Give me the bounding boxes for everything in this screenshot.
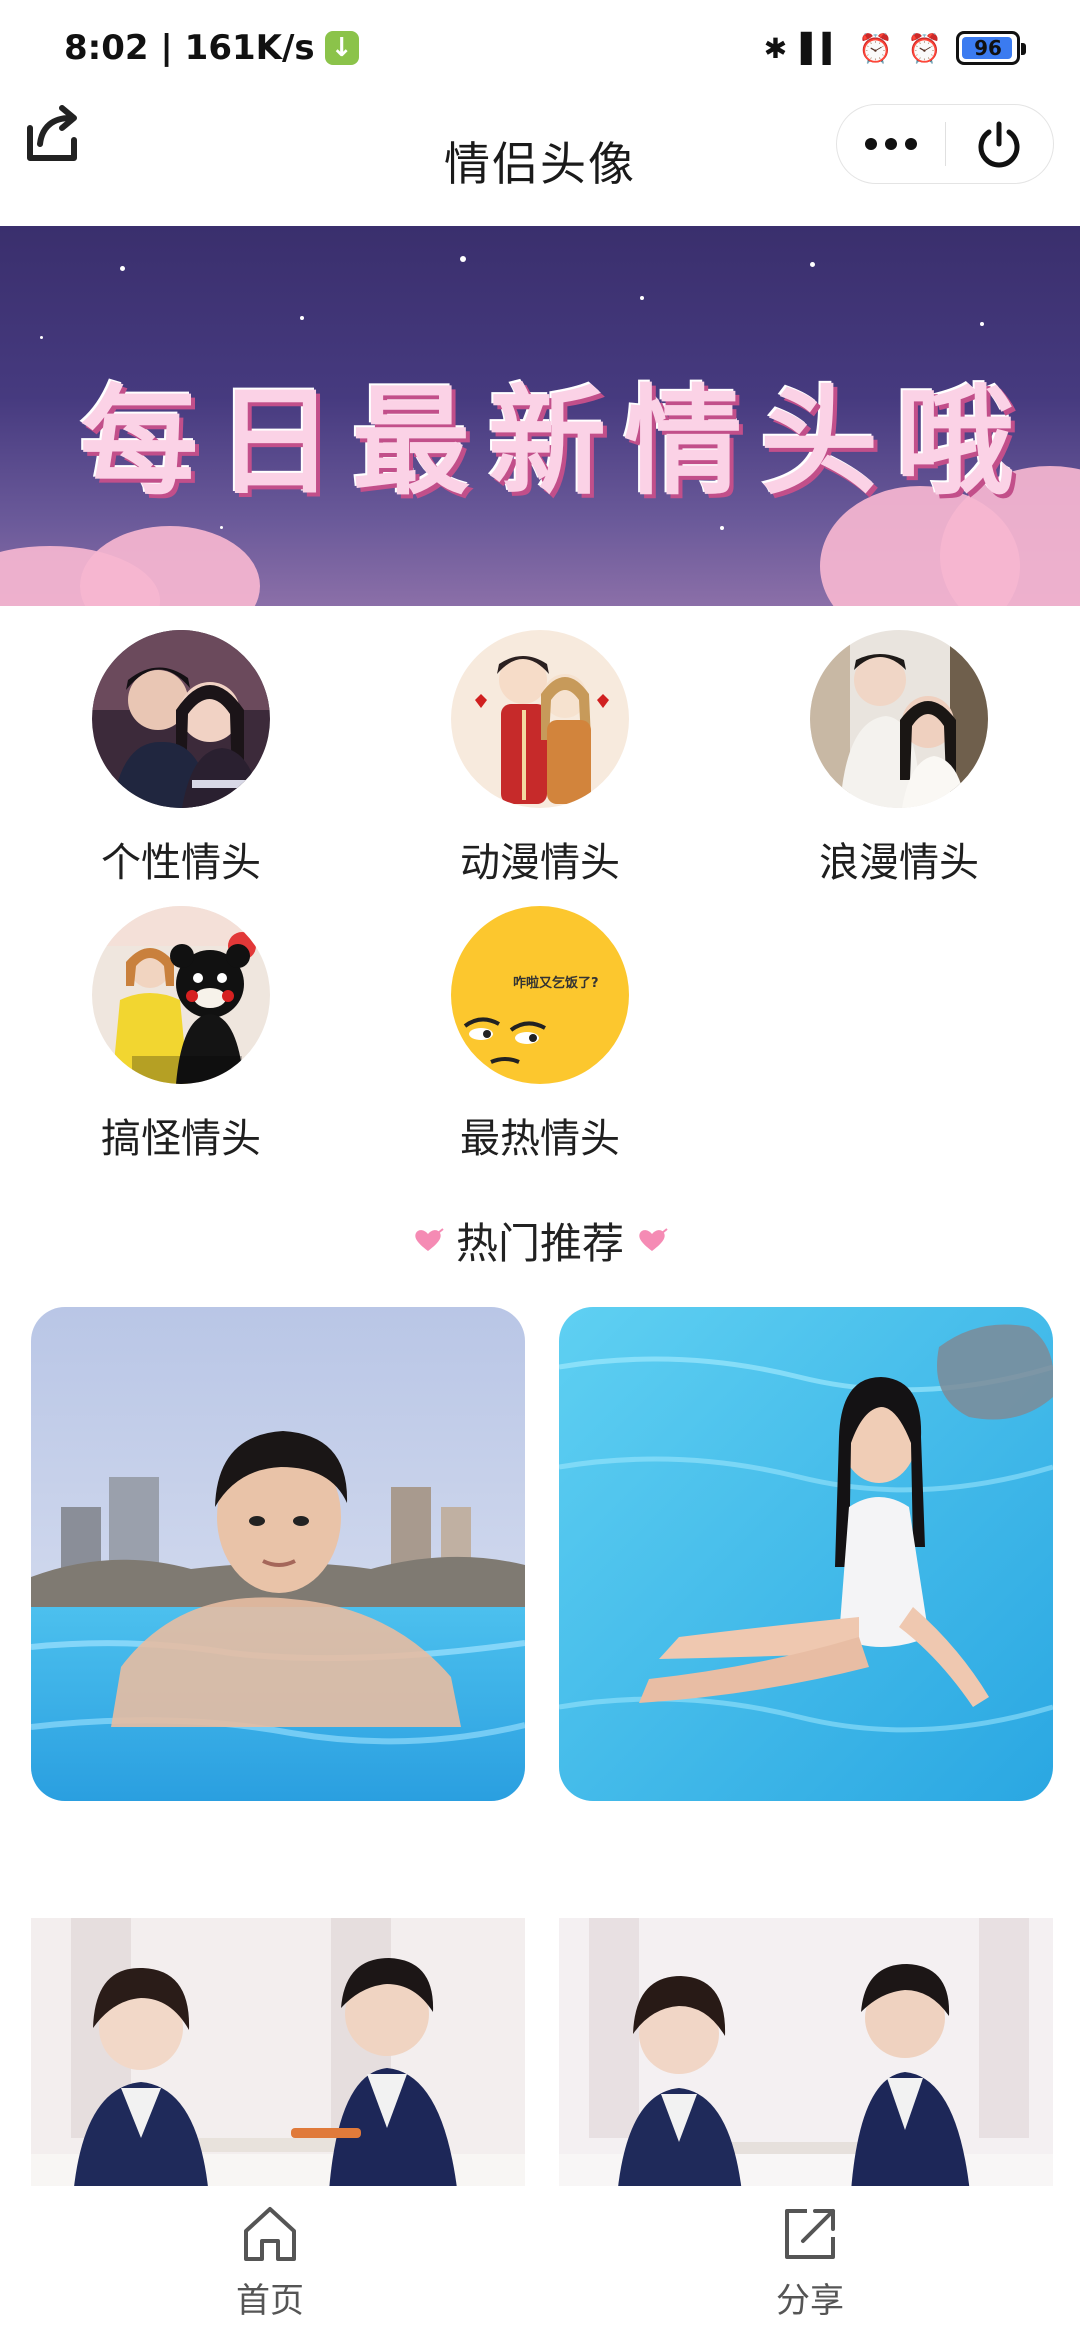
photo-card-pool-boy[interactable] bbox=[31, 1307, 525, 1801]
alarm-icon: ⏰ bbox=[858, 31, 894, 65]
romantic-couple-icon bbox=[810, 630, 988, 808]
bottom-tab-bar: 首页 分享 bbox=[0, 2186, 1080, 2340]
download-icon: ↓ bbox=[324, 31, 359, 65]
category-label: 个性情头 bbox=[101, 840, 261, 886]
bluetooth-icon: ✱ bbox=[763, 31, 788, 65]
status-left: 8:02 | 161K/s ↓ bbox=[64, 28, 359, 68]
star bbox=[980, 322, 984, 326]
star bbox=[810, 262, 815, 267]
funny-bear-icon bbox=[92, 906, 270, 1084]
signal-icon: ▌▍ bbox=[801, 31, 845, 65]
status-time-speed: 8:02 | 161K/s bbox=[64, 28, 315, 68]
photo-card-pool-girl[interactable] bbox=[559, 1307, 1053, 1801]
photo-card-classroom-2[interactable] bbox=[559, 1918, 1053, 2230]
more-icon bbox=[864, 138, 917, 150]
page-title: 情侣头像 bbox=[444, 137, 636, 191]
section-title-text: 热门推荐 bbox=[455, 1218, 624, 1268]
more-button[interactable] bbox=[837, 105, 945, 183]
banner[interactable]: 每日最新情头哦 bbox=[0, 226, 1080, 606]
heart-icon bbox=[415, 1228, 444, 1251]
heart-icon bbox=[639, 1228, 668, 1251]
photo-card-classroom-1[interactable] bbox=[31, 1918, 525, 2230]
classroom-couple-image bbox=[31, 1918, 525, 2230]
category-avatar bbox=[810, 630, 988, 808]
power-icon bbox=[978, 121, 1020, 168]
battery-level: 96 bbox=[974, 36, 1002, 60]
close-button[interactable] bbox=[946, 105, 1054, 183]
category-item-romantic[interactable]: 浪漫情头 bbox=[774, 630, 1024, 888]
couple-photo-icon bbox=[92, 630, 270, 808]
category-item-hottest[interactable]: 咋啦又乞饭了? 最热情头 bbox=[415, 906, 665, 1164]
tab-label: 首页 bbox=[236, 2280, 304, 2321]
category-avatar: 咋啦又乞饭了? bbox=[451, 906, 629, 1084]
star bbox=[460, 256, 466, 262]
category-item-anime[interactable]: 动漫情头 bbox=[415, 630, 665, 888]
category-label: 动漫情头 bbox=[460, 840, 620, 886]
star bbox=[40, 336, 43, 339]
category-avatar bbox=[451, 630, 629, 808]
home-icon bbox=[244, 2206, 296, 2261]
status-bar: 8:02 | 161K/s ↓ ✱ ▌▍ ⏰ ⏰ 96 bbox=[0, 0, 1080, 96]
classroom-couple-image bbox=[559, 1918, 1053, 2230]
cloud bbox=[80, 526, 260, 606]
share-icon bbox=[785, 2208, 835, 2259]
emoji-caption: 咋啦又乞饭了? bbox=[513, 976, 599, 991]
clock-icon: ⏰ bbox=[907, 31, 942, 65]
status-right: ✱ ▌▍ ⏰ ⏰ 96 bbox=[763, 31, 1026, 65]
star bbox=[220, 526, 223, 529]
pool-boy-image bbox=[31, 1307, 525, 1801]
share-icon[interactable] bbox=[20, 96, 84, 168]
emoji-face-icon bbox=[451, 906, 629, 1084]
category-label: 搞怪情头 bbox=[101, 1116, 261, 1162]
mini-program-capsule bbox=[836, 104, 1054, 184]
star bbox=[300, 316, 304, 320]
category-avatar bbox=[92, 906, 270, 1084]
category-item-personality[interactable]: 个性情头 bbox=[56, 630, 306, 888]
star bbox=[640, 296, 644, 300]
category-grid: 个性情头 动漫情头 浪漫情头 搞怪情头 咋啦又乞饭了? 最热情头 bbox=[0, 630, 1080, 1162]
anime-couple-icon bbox=[451, 630, 629, 808]
star bbox=[120, 266, 125, 271]
tab-label: 分享 bbox=[776, 2280, 844, 2321]
category-label: 最热情头 bbox=[460, 1116, 620, 1162]
banner-text: 每日最新情头哦 bbox=[80, 373, 1033, 511]
category-item-funny[interactable]: 搞怪情头 bbox=[56, 906, 306, 1164]
section-title: 热门推荐 bbox=[0, 1210, 1080, 1270]
star bbox=[720, 526, 724, 530]
category-label: 浪漫情头 bbox=[819, 840, 979, 886]
pool-girl-image bbox=[559, 1307, 1053, 1801]
tab-share[interactable]: 分享 bbox=[540, 2186, 1080, 2340]
category-avatar bbox=[92, 630, 270, 808]
nav-bar: 情侣头像 bbox=[0, 96, 1080, 226]
battery-icon: 96 bbox=[956, 31, 1026, 65]
tab-home[interactable]: 首页 bbox=[0, 2186, 540, 2340]
